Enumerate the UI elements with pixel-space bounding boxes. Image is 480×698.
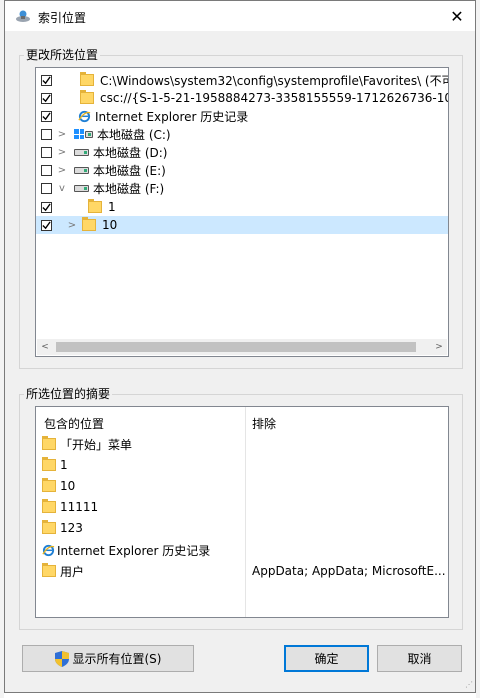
checkbox-checked[interactable] — [41, 74, 52, 86]
tree-item-drive-e[interactable]: > 本地磁盘 (E:) — [36, 161, 448, 179]
group-label-summary: 所选位置的摘要 — [24, 387, 113, 401]
cancel-label: 取消 — [407, 652, 432, 666]
tree-item-csc[interactable]: csc://{S-1-5-21-1958884273-3358155559-17… — [36, 89, 448, 107]
uac-shield-icon — [54, 650, 69, 667]
drive-icon — [74, 148, 89, 156]
folder-icon — [42, 478, 56, 492]
chevron-right-icon[interactable]: > — [56, 147, 68, 158]
title-bar: 索引位置 ✕ — [5, 1, 475, 31]
folder-icon — [42, 457, 56, 471]
drive-icon — [74, 184, 89, 192]
summary-row: 123 — [42, 519, 83, 537]
ok-button[interactable]: 确定 — [284, 645, 369, 672]
checkbox-checked[interactable] — [41, 201, 52, 213]
drive-icon — [85, 130, 93, 138]
scroll-left-icon[interactable]: < — [37, 339, 53, 355]
tree-item-drive-c[interactable]: > 本地磁盘 (C:) — [36, 125, 448, 143]
included-location-label: 「开始」菜单 — [60, 437, 133, 452]
scrollbar-thumb[interactable] — [56, 342, 416, 352]
summary-row: 10 — [42, 477, 75, 495]
summary-row: 用户 — [42, 562, 84, 580]
chevron-down-icon[interactable]: v — [56, 183, 68, 194]
summary-row: 11111 — [42, 498, 98, 516]
indexing-options-icon — [16, 10, 30, 22]
checkbox-checked[interactable] — [41, 110, 52, 122]
tree-item-ie-history[interactable]: Internet Explorer 历史记录 — [36, 107, 448, 125]
summary-row: Internet Explorer 历史记录 — [42, 541, 210, 559]
excluded-locations-users: AppData; AppData; MicrosoftE... — [252, 564, 446, 578]
tree-item-label: csc://{S-1-5-21-1958884273-3358155559-17… — [100, 91, 449, 105]
drive-icon — [74, 166, 89, 174]
tree-item-label: 10 — [102, 218, 118, 232]
close-icon: ✕ — [450, 6, 464, 26]
included-location-label: 1 — [60, 458, 68, 472]
ie-icon — [42, 544, 55, 556]
tree-item-drive-d[interactable]: > 本地磁盘 (D:) — [36, 143, 448, 161]
column-header-included[interactable]: 包含的位置 — [44, 415, 104, 432]
dialog-title: 索引位置 — [38, 11, 87, 25]
tree-item-folder-10[interactable]: > 10 — [36, 216, 448, 234]
checkbox-unchecked[interactable] — [41, 182, 52, 194]
indexing-locations-dialog: 索引位置 ✕ 更改所选位置 C:\Windows\system32\config… — [4, 0, 476, 693]
chevron-right-icon[interactable]: > — [56, 165, 68, 176]
scroll-right-icon[interactable]: > — [431, 339, 447, 355]
cancel-button[interactable]: 取消 — [377, 645, 462, 672]
folder-icon — [42, 499, 56, 513]
chevron-right-icon[interactable]: > — [56, 129, 68, 140]
folder-icon — [42, 436, 56, 450]
folder-icon — [80, 72, 94, 86]
tree-item-label: 本地磁盘 (D:) — [93, 145, 168, 160]
checkbox-unchecked[interactable] — [41, 164, 52, 176]
folder-icon — [82, 217, 96, 231]
column-divider[interactable] — [245, 407, 246, 617]
checkbox-unchecked[interactable] — [41, 146, 52, 158]
tree-item-label: 1 — [108, 200, 116, 214]
close-button[interactable]: ✕ — [439, 1, 475, 31]
summary-list: 包含的位置 排除 「开始」菜单 1 10 11111 123 Internet … — [35, 406, 449, 618]
summary-row: 「开始」菜单 — [42, 435, 132, 453]
checkbox-unchecked[interactable] — [41, 128, 52, 140]
included-location-label: 10 — [60, 479, 76, 493]
windows-drive-icon — [74, 129, 84, 139]
horizontal-scrollbar[interactable]: < > — [37, 339, 447, 355]
column-header-excluded[interactable]: 排除 — [252, 415, 276, 432]
included-location-label: 用户 — [60, 564, 85, 579]
group-label-change-locations: 更改所选位置 — [24, 48, 101, 62]
ie-icon — [78, 110, 91, 122]
chevron-right-icon[interactable]: > — [66, 220, 78, 231]
folder-icon — [42, 563, 56, 577]
folder-icon — [80, 90, 94, 104]
show-all-locations-button[interactable]: 显示所有位置(S) — [22, 645, 194, 672]
folder-icon — [88, 199, 102, 213]
summary-row: 1 — [42, 456, 68, 474]
included-location-label: 123 — [60, 521, 83, 535]
tree-item-label: C:\Windows\system32\config\systemprofile… — [100, 73, 449, 88]
tree-item-drive-f[interactable]: v 本地磁盘 (F:) — [36, 179, 448, 197]
tree-item-label: 本地磁盘 (C:) — [97, 127, 171, 142]
checkbox-checked[interactable] — [41, 92, 52, 104]
tree-item-label: 本地磁盘 (F:) — [93, 181, 165, 196]
ok-label: 确定 — [314, 652, 339, 666]
folder-icon — [42, 520, 56, 534]
resize-grip-icon[interactable]: ⋰ — [465, 680, 473, 689]
tree-item-folder-1[interactable]: 1 — [36, 198, 448, 216]
tree-item-label: 本地磁盘 (E:) — [93, 163, 166, 178]
background-window-right-edge — [476, 0, 480, 698]
locations-tree[interactable]: C:\Windows\system32\config\systemprofile… — [35, 67, 449, 357]
included-location-label: 11111 — [60, 500, 99, 514]
show-all-label: 显示所有位置(S) — [72, 652, 162, 666]
checkbox-checked[interactable] — [41, 219, 52, 231]
tree-item-favorites[interactable]: C:\Windows\system32\config\systemprofile… — [36, 71, 448, 89]
tree-item-label: Internet Explorer 历史记录 — [95, 109, 249, 124]
included-location-label: Internet Explorer 历史记录 — [57, 543, 211, 558]
